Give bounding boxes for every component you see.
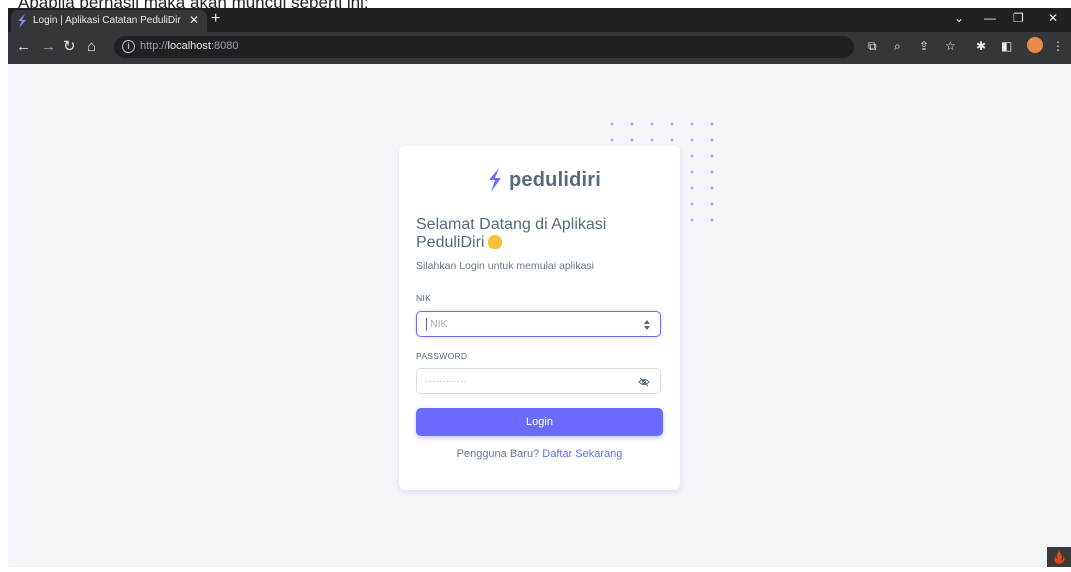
- tab-close-icon[interactable]: ✕: [189, 13, 199, 27]
- login-subtitle: Silahkan Login untuk memulai aplikasi: [416, 260, 595, 272]
- eye-off-icon[interactable]: [638, 376, 650, 388]
- nik-field-wrapper: [416, 311, 661, 337]
- translate-icon[interactable]: ⧉: [868, 38, 877, 54]
- password-input[interactable]: [425, 372, 625, 390]
- forward-icon[interactable]: →: [41, 38, 56, 56]
- welcome-heading: Selamat Datang di Aplikasi PeduliDiri: [416, 216, 607, 251]
- waving-hand-icon: [488, 235, 503, 249]
- tab-strip: Login | Aplikasi Catatan PeduliDiri ✕ + …: [8, 8, 1071, 32]
- address-bar[interactable]: i http://localhost:8080: [114, 36, 854, 58]
- nik-input[interactable]: [430, 315, 630, 333]
- register-link[interactable]: Daftar Sekarang: [542, 448, 622, 460]
- close-window-icon[interactable]: ✕: [1048, 11, 1058, 25]
- side-panel-icon[interactable]: ◧: [1001, 38, 1012, 54]
- text-caret: [426, 318, 427, 331]
- restore-icon[interactable]: ❐: [1013, 11, 1024, 25]
- login-button[interactable]: Login: [416, 408, 663, 436]
- minimize-icon[interactable]: —: [984, 11, 996, 25]
- site-info-icon[interactable]: i: [122, 40, 135, 53]
- bolt-logo-icon: [489, 168, 501, 192]
- profile-avatar[interactable]: [1027, 37, 1043, 53]
- codeigniter-toolbar-icon[interactable]: [1047, 547, 1071, 567]
- browser-window: Login | Aplikasi Catatan PeduliDiri ✕ + …: [8, 8, 1071, 64]
- tab-title: Login | Aplikasi Catatan PeduliDiri: [33, 15, 181, 26]
- browser-tab[interactable]: Login | Aplikasi Catatan PeduliDiri ✕: [11, 10, 207, 32]
- register-prompt: Pengguna Baru? Daftar Sekarang: [456, 448, 623, 460]
- zoom-icon[interactable]: ⌕: [894, 38, 901, 54]
- nik-label: NIK: [416, 293, 432, 303]
- tab-search-icon[interactable]: ⌄: [954, 11, 964, 25]
- share-icon[interactable]: ⇪: [919, 38, 929, 54]
- password-label: PASSWORD: [416, 351, 468, 361]
- password-field-wrapper: [416, 368, 661, 394]
- bookmark-star-icon[interactable]: ☆: [945, 38, 956, 54]
- favicon-bolt-icon: [18, 14, 26, 28]
- number-stepper-icon[interactable]: [644, 319, 650, 331]
- menu-kebab-icon[interactable]: ⋮: [1052, 38, 1064, 54]
- extensions-icon[interactable]: ✱: [976, 38, 986, 54]
- browser-toolbar: ← → ↻ ⌂ i http://localhost:8080 ⧉ ⌕ ⇪ ☆ …: [8, 32, 1071, 64]
- url-text: http://localhost:8080: [140, 40, 239, 52]
- brand-name: pedulidiri: [509, 168, 601, 191]
- home-icon[interactable]: ⌂: [87, 38, 96, 56]
- brand-logo: pedulidiri: [487, 166, 601, 194]
- login-card: pedulidiri Selamat Datang di Aplikasi Pe…: [399, 146, 680, 490]
- flame-icon: [1054, 551, 1065, 564]
- back-icon[interactable]: ←: [16, 38, 31, 56]
- page-viewport: pedulidiri Selamat Datang di Aplikasi Pe…: [8, 64, 1071, 567]
- reload-icon[interactable]: ↻: [63, 38, 76, 56]
- new-tab-button[interactable]: +: [211, 10, 220, 28]
